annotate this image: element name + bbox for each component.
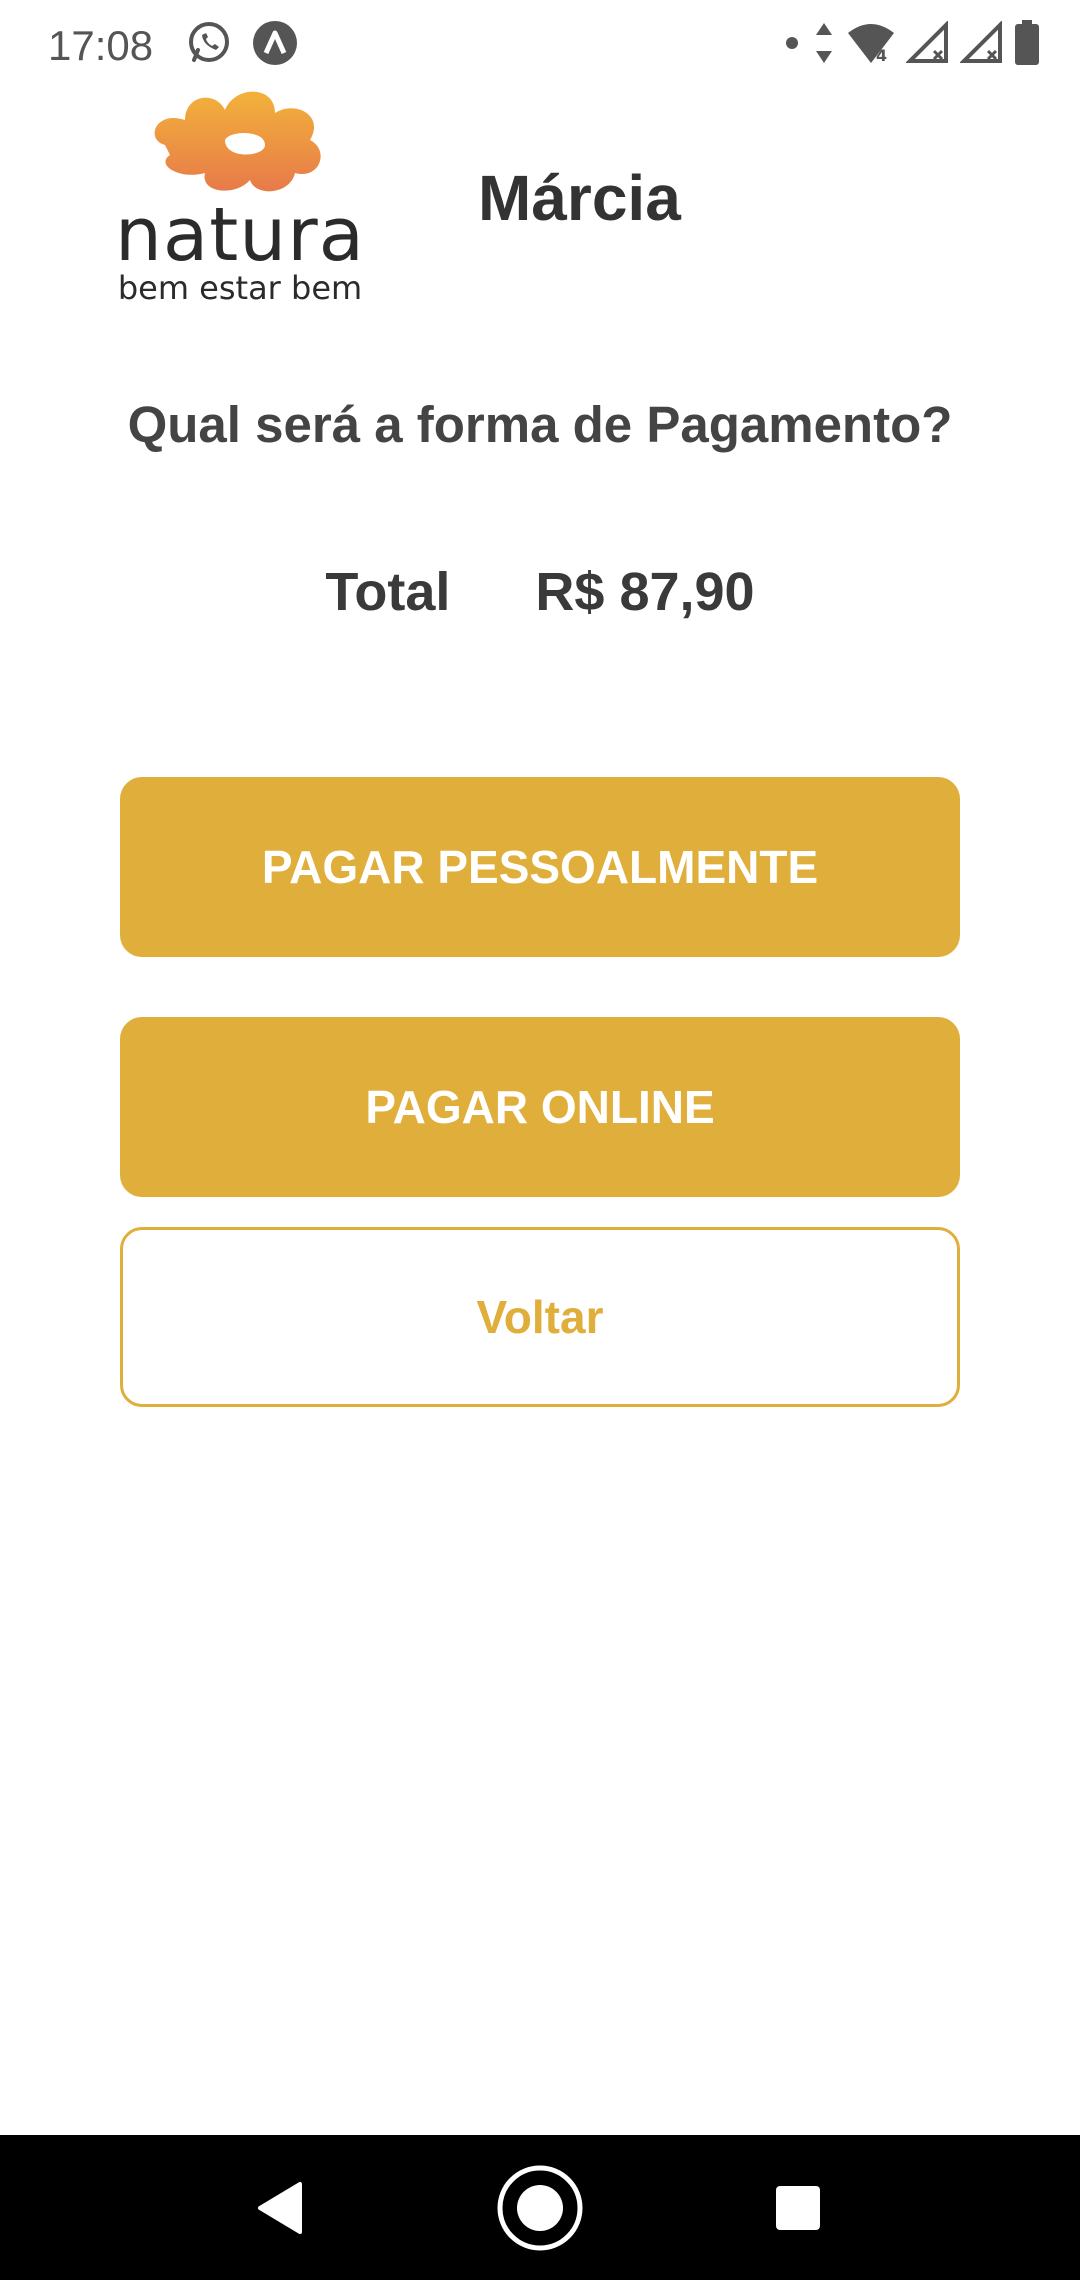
natura-flower-icon: [154, 91, 321, 192]
user-name: Márcia: [478, 162, 681, 234]
pay-online-button[interactable]: PAGAR ONLINE: [120, 1017, 960, 1197]
total-row: Total R$ 87,90: [0, 560, 1080, 624]
signal-icon: [959, 19, 1004, 70]
total-value: R$ 87,90: [535, 562, 755, 622]
signal-icon: [905, 19, 950, 70]
dot-icon: [782, 33, 802, 58]
recents-square-icon[interactable]: [718, 2135, 878, 2280]
app-notification-icon: [252, 20, 298, 66]
natura-logo: natura bem estar bem: [115, 85, 365, 310]
whatsapp-icon: [186, 20, 232, 66]
logo-tagline: bem estar bem: [117, 269, 363, 307]
wifi-icon: 4: [846, 21, 896, 70]
home-circle-icon[interactable]: [460, 2135, 620, 2280]
wifi-label: 4: [876, 46, 887, 65]
payment-question: Qual será a forma de Pagamento?: [127, 396, 953, 453]
logo-wordmark: natura: [115, 192, 365, 278]
data-arrows-icon: [812, 21, 836, 70]
navigation-bar: [0, 2135, 1080, 2280]
status-indicators: 4: [782, 19, 1040, 71]
back-button[interactable]: Voltar: [120, 1227, 960, 1407]
status-bar: 17:08 4: [0, 0, 1080, 92]
battery-icon: [1014, 19, 1040, 71]
pay-in-person-button[interactable]: PAGAR PESSOALMENTE: [120, 777, 960, 957]
payment-screen: 17:08 4 natura bem estar bem Márcia Qual…: [0, 0, 1080, 2280]
back-triangle-icon[interactable]: [200, 2135, 360, 2280]
total-label: Total: [325, 562, 451, 622]
status-time: 17:08: [48, 22, 154, 69]
